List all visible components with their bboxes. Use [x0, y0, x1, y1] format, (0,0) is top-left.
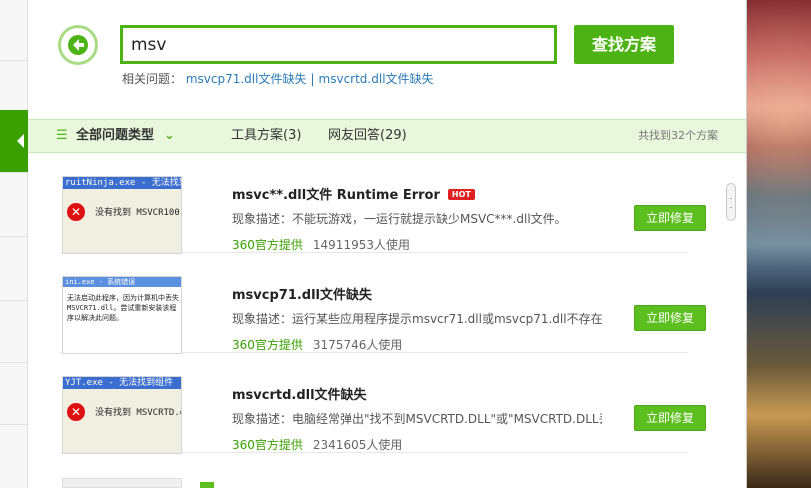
desktop-wallpaper	[746, 0, 811, 488]
search-button[interactable]: 查找方案	[574, 25, 674, 64]
result-description: 现象描述：运行某些应用程序提示msvcr71.dll或msvcp71.dll不存…	[232, 312, 602, 326]
user-count: 3175746人使用	[312, 338, 403, 352]
result-thumbnail: YJT.exe - 无法找到组件 ✕ 没有找到 MSVCRTD.dll	[62, 376, 182, 454]
filter-all-label: 全部问题类型	[76, 128, 155, 143]
result-thumbnail: ruitNinja.exe - 无法找到 ✕ 没有找到 MSVCR100.dll	[62, 176, 182, 254]
result-title[interactable]: msvc**.dll文件 Runtime Error HOT	[232, 184, 475, 203]
related-label: 相关问题：	[122, 72, 183, 86]
related-questions: 相关问题： msvcp71.dll文件缺失 | msvcrtd.dll文件缺失	[122, 70, 434, 87]
related-link-msvcp71[interactable]: msvcp71.dll文件缺失	[186, 72, 307, 86]
sidebar-divider	[0, 424, 28, 425]
result-meta: 360官方提供 14911953人使用	[232, 236, 410, 253]
result-title-text: msvc**.dll文件 Runtime Error	[232, 188, 440, 203]
result-title[interactable]: msvcrtd.dll文件缺失	[232, 384, 367, 403]
result-description: 现象描述：不能玩游戏，一运行就提示缺少MSVC***.dll文件。	[232, 212, 567, 226]
search-input[interactable]	[123, 28, 554, 61]
results-count: 共找到32个方案	[638, 129, 718, 142]
next-item-icon	[200, 482, 214, 488]
provider-label: 360官方提供	[232, 238, 303, 252]
chevron-down-icon: ⌄	[164, 128, 175, 143]
provider-label: 360官方提供	[232, 338, 303, 352]
search-box	[120, 25, 557, 64]
hot-badge: HOT	[447, 189, 475, 200]
thumb-message: 没有找到 MSVCR100.dll	[95, 208, 181, 218]
result-meta: 360官方提供 2341605人使用	[232, 436, 402, 453]
list-item: ruitNinja.exe - 无法找到 ✕ 没有找到 MSVCR100.dll…	[60, 153, 706, 254]
list-item: ini.exe - 系统错误 无法启动此程序，因为计算机中丢失 MSVCR71.…	[60, 253, 706, 354]
fix-now-button[interactable]: 立即修复	[634, 305, 706, 331]
provider-label: 360官方提供	[232, 438, 303, 452]
related-link-msvcrtd[interactable]: msvcrtd.dll文件缺失	[319, 72, 434, 86]
results-list: ruitNinja.exe - 无法找到 ✕ 没有找到 MSVCR100.dll…	[28, 153, 746, 488]
filter-all-types[interactable]: ☰ 全部问题类型 ⌄	[56, 120, 175, 152]
thumb-title: ruitNinja.exe - 无法找到	[63, 177, 181, 189]
scrollbar[interactable]	[726, 183, 736, 483]
tab-tool-solutions[interactable]: 工具方案(3)	[231, 120, 301, 152]
sidebar-divider	[0, 236, 28, 237]
next-item-thumbnail	[62, 478, 182, 488]
sidebar-divider	[0, 60, 28, 61]
tab-user-answers[interactable]: 网友回答(29)	[328, 120, 407, 152]
left-sidebar	[0, 0, 28, 488]
result-meta: 360官方提供 3175746人使用	[232, 336, 402, 353]
fix-now-button[interactable]: 立即修复	[634, 205, 706, 231]
user-count: 2341605人使用	[312, 438, 403, 452]
error-x-icon: ✕	[67, 203, 85, 221]
result-description: 现象描述：电脑经常弹出"找不到MSVCRTD.DLL"或"MSVCRTD.DLL…	[232, 412, 602, 426]
main-panel: 查找方案 相关问题： msvcp71.dll文件缺失|msvcrtd.dll文件…	[28, 0, 774, 488]
sidebar-item-active[interactable]	[0, 110, 28, 172]
user-count: 14911953人使用	[312, 238, 410, 252]
error-x-icon: ✕	[67, 403, 85, 421]
list-grid-icon: ☰	[56, 128, 68, 143]
related-separator: |	[310, 72, 315, 86]
sidebar-divider	[0, 300, 28, 301]
fix-now-button[interactable]: 立即修复	[634, 405, 706, 431]
scroll-thumb[interactable]	[726, 183, 736, 221]
list-item: YJT.exe - 无法找到组件 ✕ 没有找到 MSVCRTD.dll msvc…	[60, 353, 706, 454]
sidebar-divider	[0, 362, 28, 363]
thumb-title: ini.exe - 系统错误	[63, 277, 181, 287]
thumb-message: 无法启动此程序，因为计算机中丢失 MSVCR71.dll。尝试重新安装该程序以解…	[67, 294, 179, 322]
back-arrow-icon	[68, 35, 88, 55]
sidebar-divider	[0, 172, 28, 173]
result-title[interactable]: msvcp71.dll文件缺失	[232, 284, 372, 303]
back-button[interactable]	[58, 25, 98, 65]
result-thumbnail: ini.exe - 系统错误 无法启动此程序，因为计算机中丢失 MSVCR71.…	[62, 276, 182, 354]
thumb-message: 没有找到 MSVCRTD.dll	[95, 408, 181, 418]
thumb-title: YJT.exe - 无法找到组件	[63, 377, 181, 389]
filter-bar: ☰ 全部问题类型 ⌄ 工具方案(3) 网友回答(29) 共找到32个方案	[28, 119, 746, 153]
